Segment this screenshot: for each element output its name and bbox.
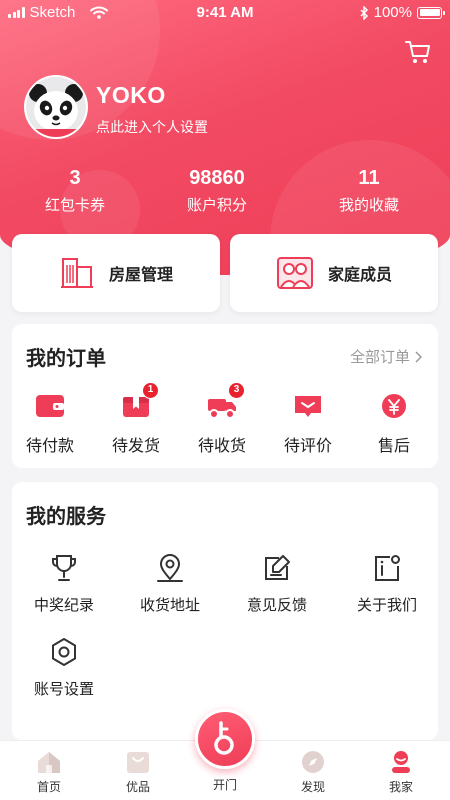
all-orders-link[interactable]: 全部订单 bbox=[350, 346, 422, 367]
stat-coupons[interactable]: 3 红包卡券 bbox=[15, 166, 135, 215]
order-pending-shipment[interactable]: 1 待发货 bbox=[93, 382, 179, 456]
tab-label: 我家 bbox=[388, 780, 413, 794]
battery-icon bbox=[417, 6, 445, 19]
yen-refund-icon bbox=[382, 394, 406, 418]
user-icon bbox=[392, 751, 410, 773]
all-orders-label: 全部订单 bbox=[349, 349, 410, 366]
services-card: 我的服务 中奖纪录 收货地址 意见反馈 关于我们 账号设置 bbox=[12, 482, 438, 740]
order-pending-receipt[interactable]: 3 待收货 bbox=[179, 382, 265, 456]
orders-card: 我的订单 全部订单 待付款 1 待发货 3 待收货 待评价 售后 bbox=[12, 324, 438, 468]
tab-label-open-door: 开门 bbox=[212, 778, 237, 792]
wallet-icon bbox=[36, 395, 64, 417]
comment-icon bbox=[295, 396, 321, 417]
order-label: 待付款 bbox=[25, 438, 74, 455]
house-management-label: 房屋管理 bbox=[108, 267, 173, 284]
stat-value: 3 bbox=[69, 167, 81, 189]
service-about-us[interactable]: 关于我们 bbox=[332, 552, 442, 615]
tab-products[interactable]: 优品 bbox=[93, 741, 183, 795]
order-after-sales[interactable]: 售后 bbox=[351, 390, 437, 456]
compass-icon bbox=[302, 751, 324, 773]
order-label: 待收货 bbox=[197, 438, 246, 455]
tab-label: 首页 bbox=[36, 780, 61, 794]
services-title: 我的服务 bbox=[26, 506, 106, 528]
settings-icon bbox=[52, 638, 76, 666]
stats-row: 3 红包卡券 98860 账户积分 11 我的收藏 bbox=[0, 166, 450, 216]
tab-discover[interactable]: 发现 bbox=[268, 741, 358, 795]
service-prize-records[interactable]: 中奖纪录 bbox=[9, 552, 119, 615]
service-account-settings[interactable]: 账号设置 bbox=[9, 636, 119, 699]
service-label: 收货地址 bbox=[139, 597, 200, 614]
order-label: 待发货 bbox=[111, 438, 160, 455]
tab-label: 发现 bbox=[300, 780, 325, 794]
status-bar: Sketch 9:41 AM 100% bbox=[0, 0, 450, 26]
stat-favorites[interactable]: 11 我的收藏 bbox=[309, 166, 429, 215]
order-label: 待评价 bbox=[283, 438, 332, 455]
panda-avatar-icon bbox=[26, 77, 86, 137]
order-label: 售后 bbox=[377, 438, 410, 455]
stat-label: 账户积分 bbox=[186, 197, 247, 214]
service-label: 意见反馈 bbox=[246, 597, 307, 614]
orders-title: 我的订单 bbox=[26, 348, 106, 370]
avatar[interactable] bbox=[24, 75, 88, 139]
trophy-icon bbox=[52, 555, 76, 581]
family-icon bbox=[276, 257, 313, 289]
chevron-right-icon bbox=[415, 350, 422, 363]
cart-icon[interactable] bbox=[404, 38, 432, 66]
profile-settings-link[interactable]: 点此进入个人设置 bbox=[96, 117, 208, 137]
badge: 1 bbox=[142, 382, 159, 399]
home-icon bbox=[38, 752, 60, 773]
service-shipping-address[interactable]: 收货地址 bbox=[115, 552, 225, 615]
tab-home[interactable]: 首页 bbox=[4, 741, 94, 795]
order-pending-review[interactable]: 待评价 bbox=[265, 390, 351, 456]
order-pending-payment[interactable]: 待付款 bbox=[7, 390, 93, 456]
order-status-row: 待付款 1 待发货 3 待收货 待评价 售后 bbox=[12, 382, 438, 460]
key-icon bbox=[214, 721, 234, 755]
service-feedback[interactable]: 意见反馈 bbox=[222, 552, 332, 615]
service-label: 账号设置 bbox=[33, 681, 94, 698]
bluetooth-icon bbox=[360, 5, 368, 20]
shopping-bag-icon bbox=[127, 752, 149, 773]
service-label: 中奖纪录 bbox=[33, 597, 94, 614]
badge: 3 bbox=[228, 382, 245, 399]
tab-label: 优品 bbox=[125, 780, 150, 794]
info-icon bbox=[375, 555, 400, 581]
location-icon bbox=[157, 554, 183, 582]
stat-points[interactable]: 98860 账户积分 bbox=[157, 166, 277, 215]
stat-label: 我的收藏 bbox=[338, 197, 399, 214]
house-management-card[interactable]: 房屋管理 bbox=[12, 234, 220, 312]
feedback-icon bbox=[265, 555, 290, 580]
username[interactable]: YOKO bbox=[96, 82, 166, 109]
stat-label: 红包卡券 bbox=[44, 197, 105, 214]
service-label: 关于我们 bbox=[356, 597, 417, 614]
stat-value: 98860 bbox=[189, 167, 245, 189]
family-members-label: 家庭成员 bbox=[327, 267, 392, 284]
tab-my-home[interactable]: 我家 bbox=[356, 741, 446, 795]
building-icon bbox=[60, 258, 93, 288]
open-door-button[interactable] bbox=[195, 709, 255, 769]
stat-value: 11 bbox=[358, 167, 380, 189]
family-members-card[interactable]: 家庭成员 bbox=[230, 234, 438, 312]
battery-percent: 100% bbox=[373, 4, 412, 21]
